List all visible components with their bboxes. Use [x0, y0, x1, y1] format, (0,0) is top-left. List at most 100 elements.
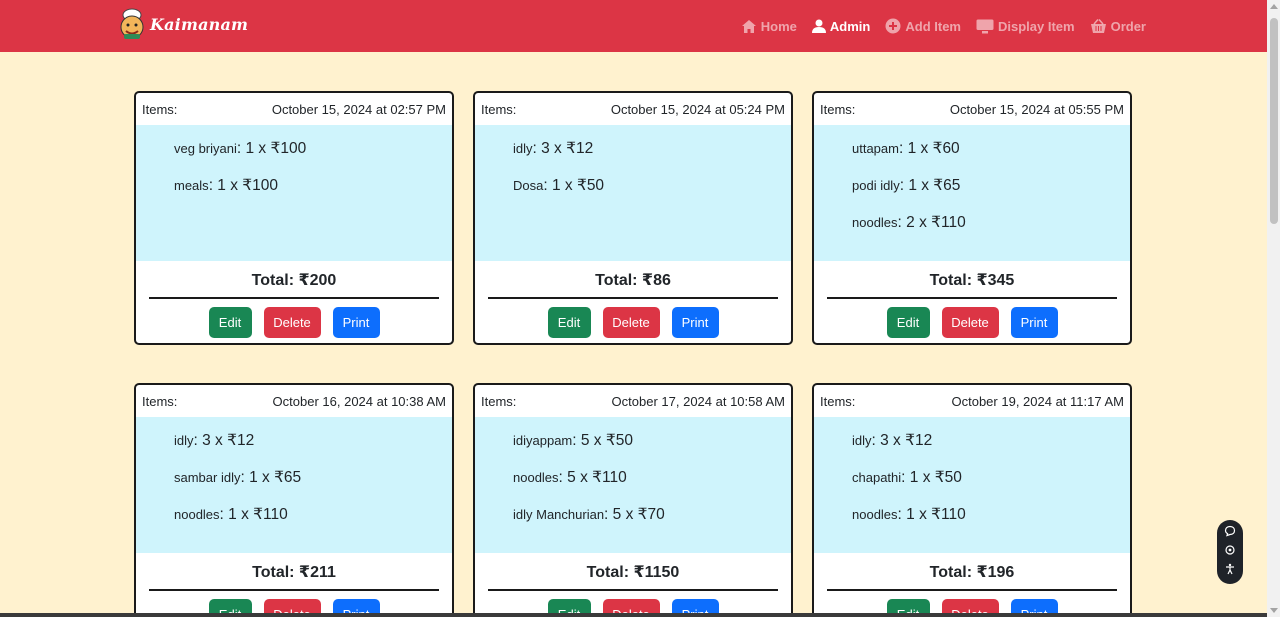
order-total: Total: ₹345 — [929, 272, 1015, 289]
item-name: Dosa — [513, 178, 544, 193]
item-name: noodles — [852, 215, 898, 230]
order-total: Total: ₹86 — [595, 272, 671, 289]
item-name: chapathi — [852, 470, 902, 485]
card-header: Items: October 19, 2024 at 11:17 AM — [814, 385, 1130, 417]
item-name: idly — [174, 433, 194, 448]
item-qty-price: : 3 x ₹12 — [871, 432, 933, 449]
divider — [827, 589, 1117, 591]
list-item: meals : 1 x ₹100 — [174, 176, 452, 213]
items-label: Items: — [820, 393, 856, 409]
card-footer: Total: ₹86 Edit Delete Print — [475, 261, 791, 343]
order-card: Items: October 15, 2024 at 05:24 PM idly… — [473, 91, 793, 345]
order-date: October 19, 2024 at 11:17 AM — [951, 393, 1125, 409]
item-name: veg briyani — [174, 141, 237, 156]
plus-circle-icon — [885, 18, 901, 34]
items-list: idly : 3 x ₹12 sambar idly : 1 x ₹65 noo… — [136, 417, 452, 553]
card-header: Items: October 15, 2024 at 02:57 PM — [136, 93, 452, 125]
card-footer: Total: ₹345 Edit Delete Print — [814, 261, 1130, 343]
order-card: Items: October 17, 2024 at 10:58 AM idiy… — [473, 383, 793, 617]
item-qty-price: : 3 x ₹12 — [193, 432, 255, 449]
order-card: Items: October 15, 2024 at 02:57 PM veg … — [134, 91, 454, 345]
item-qty-price: : 1 x ₹50 — [901, 469, 962, 486]
item-name: idiyappam — [513, 433, 573, 448]
navbar: Kaimanam Home Admin Add Item Display Ite… — [0, 0, 1267, 52]
settings-icon[interactable] — [1224, 543, 1236, 561]
order-total: Total: ₹211 — [252, 564, 336, 581]
nav-add-item[interactable]: Add Item — [885, 18, 961, 34]
edit-button[interactable]: Edit — [208, 307, 252, 338]
print-button[interactable]: Print — [671, 307, 719, 338]
scrollbar[interactable] — [1267, 0, 1280, 617]
items-label: Items: — [481, 393, 517, 409]
chat-icon[interactable] — [1224, 524, 1236, 542]
list-item: noodles : 5 x ₹110 — [513, 468, 791, 505]
items-label: Items: — [820, 101, 856, 117]
card-header: Items: October 15, 2024 at 05:24 PM — [475, 93, 791, 125]
nav-links: Home Admin Add Item Display Item Order — [741, 0, 1146, 52]
item-qty-price: : 5 x ₹50 — [572, 432, 633, 449]
brand[interactable]: Kaimanam — [118, 6, 248, 42]
nav-order-label: Order — [1110, 18, 1146, 34]
accessibility-icon[interactable] — [1224, 562, 1236, 580]
card-footer: Total: ₹200 Edit Delete Print — [136, 261, 452, 343]
delete-button[interactable]: Delete — [263, 307, 321, 338]
item-name: sambar idly — [174, 470, 241, 485]
print-button[interactable]: Print — [332, 307, 380, 338]
item-name: uttapam — [852, 141, 899, 156]
card-header: Items: October 17, 2024 at 10:58 AM — [475, 385, 791, 417]
scroll-up-icon[interactable] — [1270, 4, 1278, 9]
items-list: uttapam : 1 x ₹60 podi idly : 1 x ₹65 no… — [814, 125, 1130, 261]
list-item: idly : 3 x ₹12 — [174, 431, 452, 468]
order-card: Items: October 15, 2024 at 05:55 PM utta… — [812, 91, 1132, 345]
nav-admin-label: Admin — [829, 18, 871, 34]
order-date: October 15, 2024 at 02:57 PM — [271, 101, 446, 117]
item-name: podi idly — [852, 178, 900, 193]
list-item: noodles : 1 x ₹110 — [174, 505, 452, 542]
orders-grid: Items: October 15, 2024 at 02:57 PM veg … — [134, 91, 1133, 617]
user-icon — [811, 19, 826, 34]
items-list: idly : 3 x ₹12 chapathi : 1 x ₹50 noodle… — [814, 417, 1130, 553]
list-item: podi idly : 1 x ₹65 — [852, 176, 1130, 213]
item-qty-price: : 1 x ₹50 — [543, 177, 605, 194]
divider — [149, 589, 439, 591]
item-name: idly — [513, 141, 533, 156]
item-name: noodles — [513, 470, 559, 485]
floating-toolbar — [1217, 520, 1243, 584]
list-item: idly Manchurian : 5 x ₹70 — [513, 505, 791, 542]
items-label: Items: — [481, 101, 517, 117]
item-qty-price: : 5 x ₹110 — [558, 469, 627, 486]
delete-button[interactable]: Delete — [602, 307, 660, 338]
item-qty-price: : 3 x ₹12 — [532, 140, 594, 157]
divider — [149, 297, 439, 299]
scrollbar-thumb[interactable] — [1270, 18, 1278, 224]
list-item: idly : 3 x ₹12 — [513, 139, 791, 176]
item-name: idly — [852, 433, 872, 448]
divider — [488, 589, 778, 591]
item-qty-price: : 1 x ₹65 — [240, 469, 302, 486]
edit-button[interactable]: Edit — [886, 307, 930, 338]
nav-admin[interactable]: Admin — [811, 18, 871, 34]
list-item: idiyappam : 5 x ₹50 — [513, 431, 791, 468]
scroll-down-icon[interactable] — [1270, 608, 1278, 613]
nav-display-item[interactable]: Display Item — [976, 19, 1075, 34]
monitor-icon — [976, 19, 994, 34]
nav-display-item-label: Display Item — [998, 18, 1075, 34]
order-date: October 15, 2024 at 05:24 PM — [610, 101, 785, 117]
list-item: chapathi : 1 x ₹50 — [852, 468, 1130, 505]
divider — [827, 297, 1117, 299]
chef-logo-icon — [118, 8, 146, 40]
print-button[interactable]: Print — [1010, 307, 1058, 338]
edit-button[interactable]: Edit — [547, 307, 591, 338]
item-qty-price: : 1 x ₹60 — [898, 140, 960, 157]
nav-home[interactable]: Home — [741, 19, 797, 34]
item-name: noodles — [174, 507, 220, 522]
delete-button[interactable]: Delete — [941, 307, 999, 338]
list-item: noodles : 1 x ₹110 — [852, 505, 1130, 542]
nav-add-item-label: Add Item — [905, 18, 961, 34]
nav-order[interactable]: Order — [1090, 19, 1146, 34]
order-total: Total: ₹196 — [929, 564, 1015, 581]
list-item: noodles : 2 x ₹110 — [852, 213, 1130, 250]
list-item: veg briyani : 1 x ₹100 — [174, 139, 452, 176]
card-footer: Total: ₹211 Edit Delete Print — [136, 553, 452, 617]
item-qty-price: : 2 x ₹110 — [897, 214, 966, 231]
